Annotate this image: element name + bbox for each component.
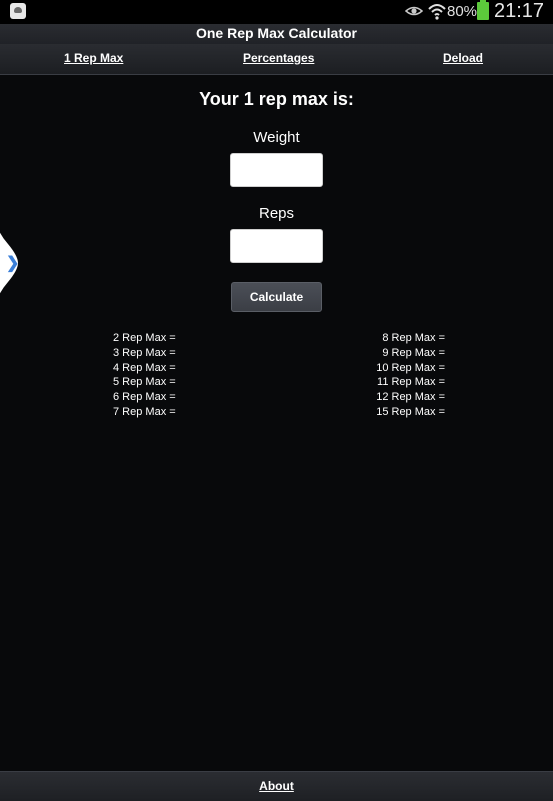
battery-percentage: 80% bbox=[447, 3, 478, 20]
result-row: 9 Rep Max = bbox=[382, 346, 445, 359]
result-row: 2 Rep Max = bbox=[113, 332, 176, 344]
app-notification-icon bbox=[10, 3, 26, 19]
results-left-column: 2 Rep Max = 3 Rep Max = 4 Rep Max = 5 Re… bbox=[113, 331, 203, 420]
footer-bar: About bbox=[0, 771, 553, 801]
app-header: One Rep Max Calculator bbox=[0, 24, 553, 44]
nav-link-percentages[interactable]: Percentages bbox=[243, 51, 314, 65]
eye-icon bbox=[405, 6, 423, 16]
chevron-right-icon[interactable]: ❯ bbox=[6, 253, 19, 273]
result-row: 6 Rep Max = bbox=[113, 391, 176, 404]
status-clock: 21:17 bbox=[494, 0, 545, 22]
calculate-button[interactable]: Calculate bbox=[231, 282, 322, 312]
weight-label: Weight bbox=[253, 129, 300, 146]
result-row: 8 Rep Max = bbox=[382, 332, 445, 344]
result-row: 11 Rep Max = bbox=[377, 376, 445, 389]
reps-label: Reps bbox=[258, 205, 295, 222]
result-row: 10 Rep Max = bbox=[376, 361, 445, 374]
nav-link-1-rep-max[interactable]: 1 Rep Max bbox=[64, 51, 123, 65]
reps-input[interactable] bbox=[230, 229, 323, 263]
result-row: 7 Rep Max = bbox=[113, 405, 176, 418]
page-title: One Rep Max Calculator bbox=[195, 25, 358, 41]
result-row: 3 Rep Max = bbox=[113, 346, 176, 359]
nav-link-deload[interactable]: Deload bbox=[443, 51, 483, 65]
result-row: 4 Rep Max = bbox=[113, 361, 176, 374]
result-row: 12 Rep Max = bbox=[376, 391, 445, 404]
result-row: 15 Rep Max = bbox=[376, 405, 445, 418]
weight-input[interactable] bbox=[230, 153, 323, 187]
result-heading: Your 1 rep max is: bbox=[199, 89, 354, 109]
battery-icon bbox=[477, 0, 489, 20]
status-bar: 80% 21:17 bbox=[0, 0, 553, 24]
results-right-column: 8 Rep Max = 9 Rep Max = 10 Rep Max = 11 … bbox=[365, 331, 455, 420]
about-link[interactable]: About bbox=[259, 779, 294, 793]
result-row: 5 Rep Max = bbox=[113, 376, 176, 389]
nav-bar: 1 Rep Max Percentages Deload bbox=[0, 44, 553, 75]
wifi-icon bbox=[428, 4, 446, 20]
